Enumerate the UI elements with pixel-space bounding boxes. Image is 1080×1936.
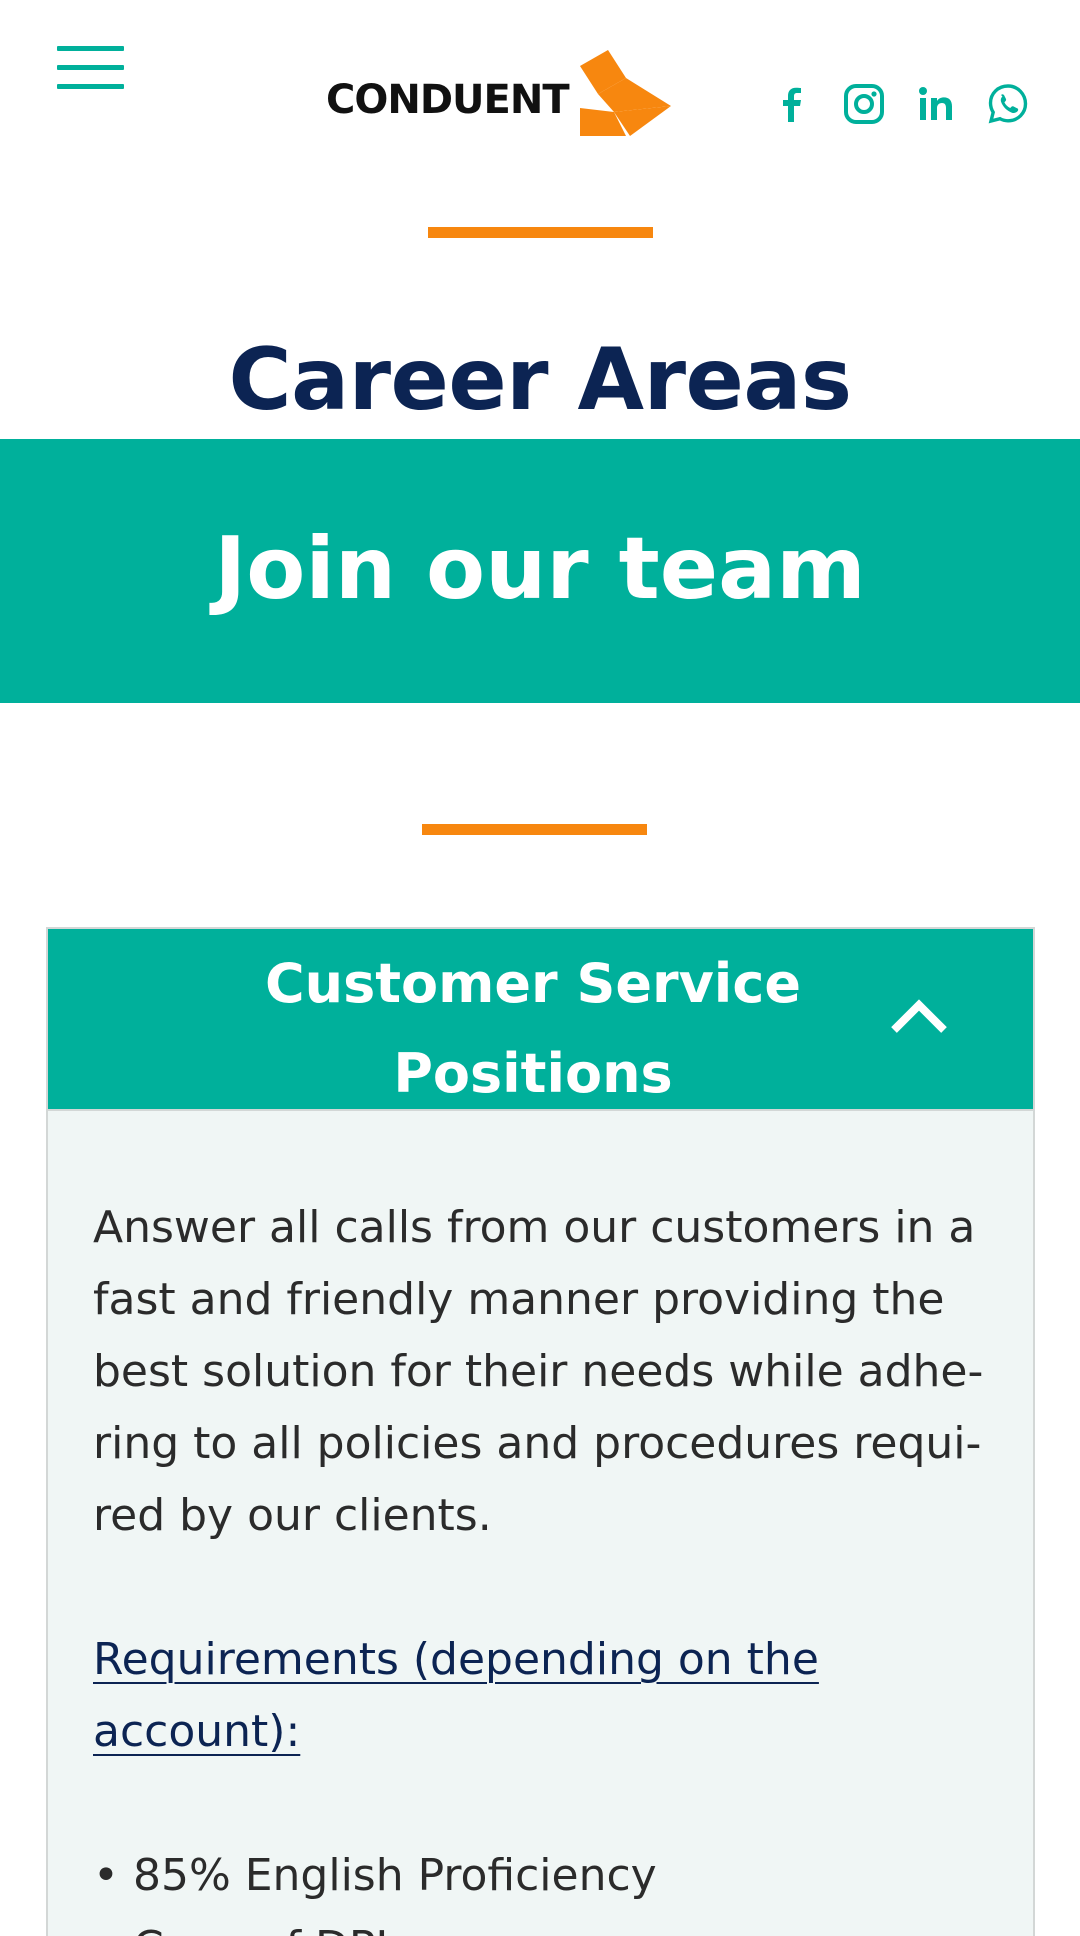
whatsapp-icon[interactable] — [986, 82, 1030, 126]
accordion-header[interactable]: Customer Service Positions — [48, 929, 1033, 1111]
site-header: CONDUENT — [0, 0, 1080, 175]
hamburger-menu-icon[interactable] — [57, 46, 124, 92]
facebook-icon[interactable] — [770, 82, 814, 126]
logo-wordmark: CONDUENT — [326, 77, 570, 123]
conduent-logo[interactable]: CONDUENT — [326, 50, 671, 142]
join-banner: Join our team — [0, 439, 1080, 703]
chevron-up-icon[interactable] — [888, 996, 950, 1036]
position-description: Answer all calls from our customers in a… — [93, 1202, 984, 1541]
requirements-list: 85% English Proficiency Copy of DPI — [93, 1840, 993, 1936]
accent-divider — [422, 824, 647, 835]
list-item: 85% English Proficiency — [93, 1840, 993, 1912]
instagram-icon[interactable] — [842, 82, 886, 126]
accent-divider — [428, 227, 653, 238]
page-title: Career Areas — [228, 330, 852, 430]
linkedin-icon[interactable] — [914, 82, 958, 126]
accordion-customer-service: Customer Service Positions Answer all ca… — [46, 927, 1035, 1936]
accordion-title: Customer Service Positions — [265, 952, 801, 1105]
banner-title: Join our team — [214, 519, 866, 619]
requirements-heading: Requirements (depending on the account): — [93, 1634, 819, 1757]
logo-mark-icon — [580, 50, 671, 136]
accordion-body: Answer all calls from our customers in a… — [93, 1192, 993, 1936]
page: CONDUENT Career Areas Join our team Cust… — [0, 0, 1080, 1936]
list-item: Copy of DPI — [93, 1912, 993, 1936]
